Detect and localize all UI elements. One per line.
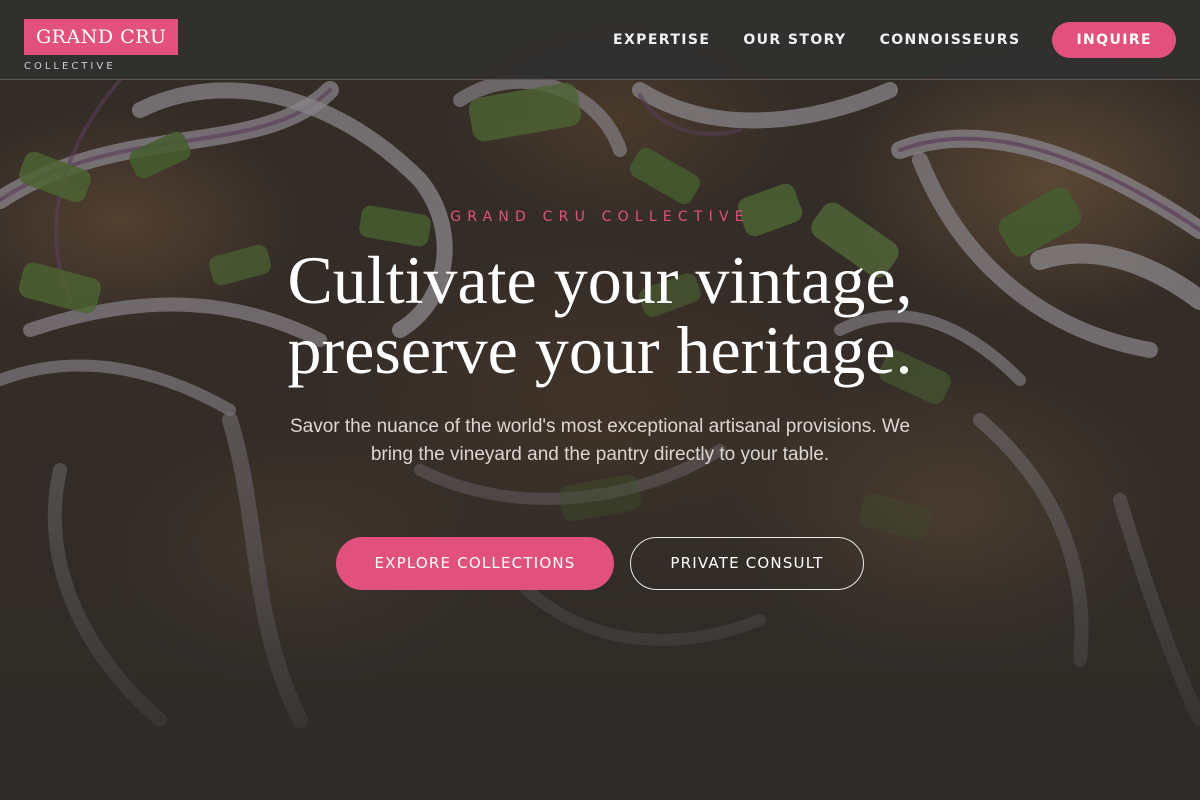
hero-headline-line-1: Cultivate your vintage, xyxy=(287,242,913,318)
hero-buttons: EXPLORE COLLECTIONS PRIVATE CONSULT xyxy=(0,537,1200,590)
brand-tagline: COLLECTIVE xyxy=(24,61,116,72)
hero-eyebrow: GRAND CRU COLLECTIVE xyxy=(450,209,750,225)
nav-link-connoisseurs[interactable]: CONNOISSEURS xyxy=(880,32,1021,48)
private-consult-button[interactable]: PRIVATE CONSULT xyxy=(630,537,864,590)
hero-content: GRAND CRU COLLECTIVE Cultivate your vint… xyxy=(0,0,1200,800)
inquire-button[interactable]: INQUIRE xyxy=(1052,21,1176,58)
nav-link-our-story[interactable]: OUR STORY xyxy=(743,32,846,48)
nav-link-expertise[interactable]: EXPERTISE xyxy=(613,32,710,48)
top-navbar: GRAND CRU COLLECTIVE EXPERTISE OUR STORY… xyxy=(0,0,1200,80)
brand-name[interactable]: GRAND CRU xyxy=(24,19,179,55)
hero-subtext: Savor the nuance of the world's most exc… xyxy=(289,416,911,465)
hero-headline: Cultivate your vintage, preserve your he… xyxy=(0,245,1200,385)
hero-headline-line-2: preserve your heritage. xyxy=(287,312,913,388)
nav-links: EXPERTISE OUR STORY CONNOISSEURS INQUIRE xyxy=(580,21,1176,58)
explore-collections-button[interactable]: EXPLORE COLLECTIONS xyxy=(336,537,614,590)
brand-logo[interactable]: GRAND CRU COLLECTIVE xyxy=(24,19,179,72)
